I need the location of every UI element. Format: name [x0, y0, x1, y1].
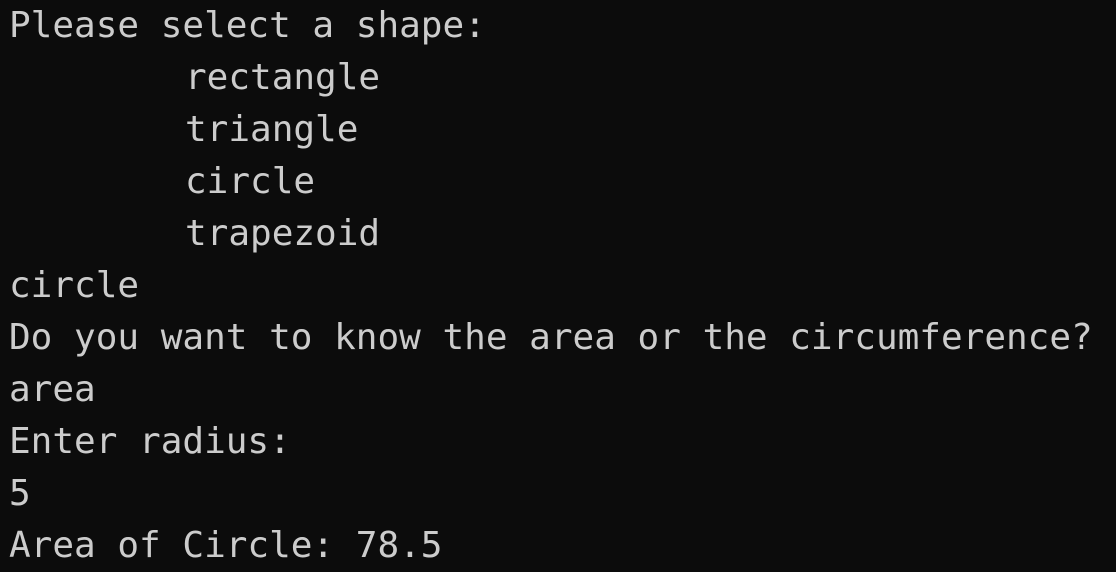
user-input-shape: circle	[9, 265, 140, 306]
output-area-result: Area of Circle: 78.5	[9, 525, 443, 566]
option-triangle: triangle	[185, 109, 359, 150]
option-circle: circle	[185, 161, 316, 202]
prompt-enter-radius: Enter radius:	[9, 421, 291, 462]
prompt-area-or-circumference: Do you want to know the area or the circ…	[9, 317, 1093, 358]
user-input-measure: area	[9, 369, 96, 410]
prompt-select-shape: Please select a shape:	[9, 5, 486, 46]
option-trapezoid: trapezoid	[185, 213, 381, 254]
user-input-radius: 5	[9, 473, 31, 514]
option-rectangle: rectangle	[185, 57, 381, 98]
terminal-window[interactable]: Please select a shape: rectangle triangl…	[0, 0, 1116, 568]
